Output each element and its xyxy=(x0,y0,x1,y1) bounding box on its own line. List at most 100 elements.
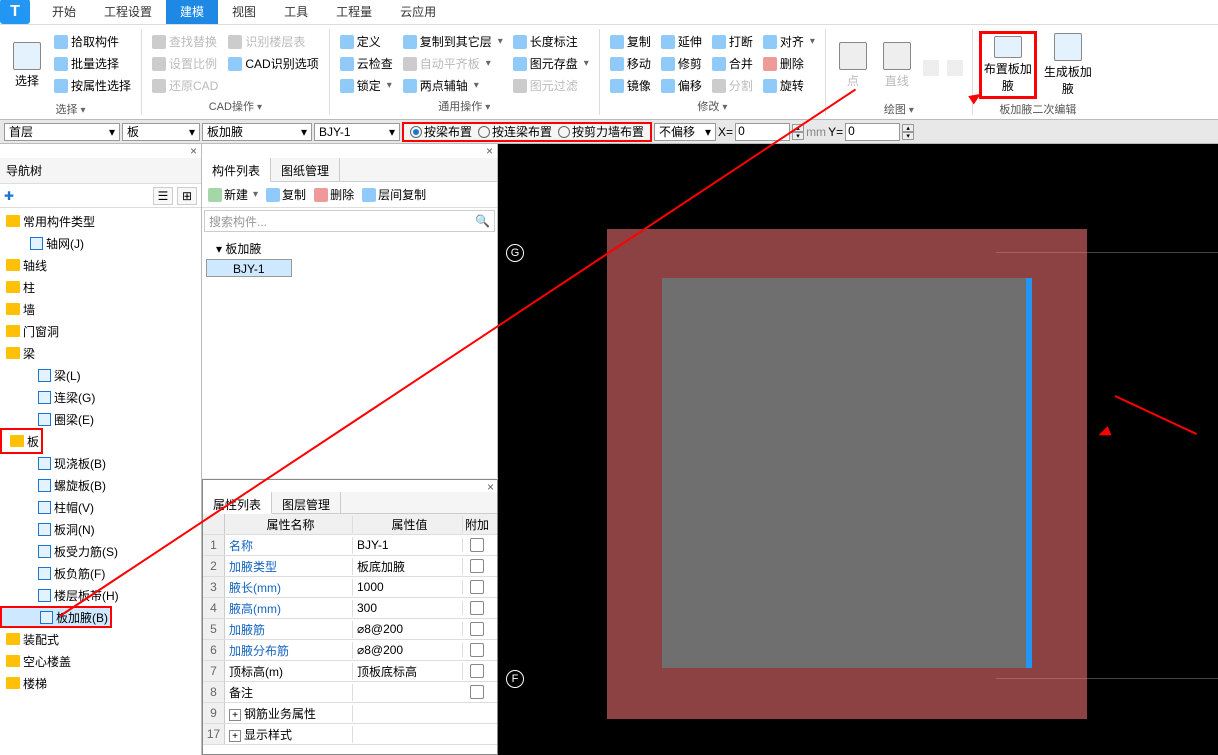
checkbox-icon[interactable] xyxy=(470,601,484,615)
subcategory-select[interactable]: 板加腋▾ xyxy=(202,123,312,141)
nav-item-10[interactable]: 板 xyxy=(0,430,201,452)
checkbox-icon[interactable] xyxy=(470,643,484,657)
copy-other-floor-button[interactable]: 复制到其它层 xyxy=(399,31,507,52)
select-group-label[interactable]: 选择 xyxy=(55,99,85,119)
draw-group-label[interactable]: 绘图 xyxy=(884,99,914,119)
checkbox-icon[interactable] xyxy=(470,622,484,636)
nav-item-0[interactable]: 常用构件类型 xyxy=(0,210,201,232)
trim-button[interactable]: 修剪 xyxy=(657,53,706,74)
merge-button[interactable]: 合并 xyxy=(708,53,757,74)
prop-name-cell[interactable]: 加腋分布筋 xyxy=(225,642,353,659)
find-replace-button[interactable]: 查找替换 xyxy=(148,31,222,52)
mirror-button[interactable]: 镜像 xyxy=(606,75,655,96)
delete-component-button[interactable]: 删除 xyxy=(314,186,354,203)
nav-item-14[interactable]: 板洞(N) xyxy=(0,518,201,540)
recognize-floor-button[interactable]: 识别楼层表 xyxy=(224,31,322,52)
delete-button[interactable]: 删除 xyxy=(759,53,819,74)
prop-row-4[interactable]: 4腋高(mm)300 xyxy=(203,598,497,619)
pick-component-button[interactable]: 拾取构件 xyxy=(50,31,135,52)
prop-name-cell[interactable]: 加腋类型 xyxy=(225,558,353,575)
category-select[interactable]: 板▾ xyxy=(122,123,200,141)
lock-button[interactable]: 锁定 xyxy=(336,75,397,96)
prop-name-cell[interactable]: 腋高(mm) xyxy=(225,600,353,617)
prop-name-cell[interactable]: 顶标高(m) xyxy=(225,663,353,680)
by-beam-radio[interactable]: 按梁布置 xyxy=(410,123,472,140)
copy-button[interactable]: 复制 xyxy=(606,31,655,52)
prop-value-cell[interactable]: 1000 xyxy=(353,580,463,594)
nav-item-20[interactable]: 空心楼盖 xyxy=(0,650,201,672)
restore-cad-button[interactable]: 还原CAD xyxy=(148,75,222,96)
nav-item-board-haunch[interactable]: 板加腋(B) xyxy=(0,606,112,628)
line-button[interactable]: 直线 xyxy=(876,31,918,99)
menu-tab-5[interactable]: 工程量 xyxy=(322,0,386,24)
nav-item-4[interactable]: 墙 xyxy=(0,298,201,320)
set-scale-button[interactable]: 设置比例 xyxy=(148,53,222,74)
prop-name-cell[interactable]: +钢筋业务属性 xyxy=(225,705,353,722)
prop-name-cell[interactable]: +显示样式 xyxy=(225,726,353,743)
prop-row-1[interactable]: 1名称BJY-1 xyxy=(203,535,497,556)
tab-layers[interactable]: 图层管理 xyxy=(272,492,341,513)
slab-element[interactable] xyxy=(662,278,1032,668)
complist-close-icon[interactable]: × xyxy=(486,144,493,158)
floor-select[interactable]: 首层▾ xyxy=(4,123,120,141)
copy-component-button[interactable]: 复制 xyxy=(266,186,306,203)
nav-item-1[interactable]: 轴网(J) xyxy=(0,232,201,254)
new-component-button[interactable]: 新建 xyxy=(208,186,258,203)
prop-name-cell[interactable]: 腋长(mm) xyxy=(225,579,353,596)
y-input[interactable]: 0 xyxy=(845,123,900,141)
component-select[interactable]: BJY-1▾ xyxy=(314,123,400,141)
rotate-button[interactable]: 旋转 xyxy=(759,75,819,96)
layer-copy-button[interactable]: 层间复制 xyxy=(362,186,426,203)
prop-name-cell[interactable]: 名称 xyxy=(225,537,353,554)
menu-tab-2[interactable]: 建模 xyxy=(166,0,218,24)
prop-value-cell[interactable]: ⌀8@200 xyxy=(353,622,463,636)
prop-value-cell[interactable]: 300 xyxy=(353,601,463,615)
auto-align-button[interactable]: 自动平齐板 xyxy=(399,53,507,74)
menu-tab-3[interactable]: 视图 xyxy=(218,0,270,24)
prop-value-cell[interactable]: ⌀8@200 xyxy=(353,643,463,657)
checkbox-icon[interactable] xyxy=(470,559,484,573)
cloud-check-button[interactable]: 云检查 xyxy=(336,53,397,74)
save-elem-button[interactable]: 图元存盘 xyxy=(509,53,593,74)
nav-item-16[interactable]: 板负筋(F) xyxy=(0,562,201,584)
prop-name-cell[interactable]: 备注 xyxy=(225,684,353,701)
break-button[interactable]: 打断 xyxy=(708,31,757,52)
select-by-prop-button[interactable]: 按属性选择 xyxy=(50,75,135,96)
generate-haunch-button[interactable]: 生成板加腋 xyxy=(1039,31,1097,99)
align-button[interactable]: 对齐 xyxy=(759,31,819,52)
nav-item-10[interactable]: 板 xyxy=(4,430,39,452)
menu-tab-1[interactable]: 工程设置 xyxy=(90,0,166,24)
batch-select-button[interactable]: 批量选择 xyxy=(50,53,135,74)
place-haunch-button[interactable]: 布置板加腋 xyxy=(979,31,1037,99)
prop-value-cell[interactable]: BJY-1 xyxy=(353,538,463,552)
nav-item-12[interactable]: 螺旋板(B) xyxy=(0,474,201,496)
nav-view2-button[interactable]: ⊞ xyxy=(177,187,197,205)
comp-tree-root[interactable]: ▾ 板加腋 xyxy=(206,238,493,259)
split-button[interactable]: 分割 xyxy=(708,75,757,96)
tab-component-list[interactable]: 构件列表 xyxy=(202,158,271,182)
menu-tab-4[interactable]: 工具 xyxy=(270,0,322,24)
prop-row-3[interactable]: 3腋长(mm)1000 xyxy=(203,577,497,598)
menu-tab-0[interactable]: 开始 xyxy=(38,0,90,24)
nav-item-9[interactable]: 圈梁(E) xyxy=(0,408,201,430)
nav-item-21[interactable]: 楼梯 xyxy=(0,672,201,694)
tab-drawing-mgmt[interactable]: 图纸管理 xyxy=(271,158,340,181)
prop-row-6[interactable]: 6加腋分布筋⌀8@200 xyxy=(203,640,497,661)
by-coupling-beam-radio[interactable]: 按连梁布置 xyxy=(478,123,552,140)
prop-row-9[interactable]: 9+钢筋业务属性 xyxy=(203,703,497,724)
cad-options-button[interactable]: CAD识别选项 xyxy=(224,53,322,74)
component-search-input[interactable]: 搜索构件... 🔍 xyxy=(204,210,495,232)
nav-item-11[interactable]: 现浇板(B) xyxy=(0,452,201,474)
nav-item-5[interactable]: 门窗洞 xyxy=(0,320,201,342)
nav-item-2[interactable]: 轴线 xyxy=(0,254,201,276)
cad-group-label[interactable]: CAD操作 xyxy=(209,96,262,116)
prop-row-17[interactable]: 17+显示样式 xyxy=(203,724,497,745)
comp-tree-item-bjy1[interactable]: BJY-1 xyxy=(206,259,292,277)
checkbox-icon[interactable] xyxy=(470,580,484,594)
nav-close-icon[interactable]: × xyxy=(190,144,197,158)
offset-button[interactable]: 偏移 xyxy=(657,75,706,96)
nav-item-19[interactable]: 装配式 xyxy=(0,628,201,650)
draw-more1[interactable] xyxy=(920,31,942,99)
select-button[interactable]: 选择 xyxy=(6,31,48,99)
move-button[interactable]: 移动 xyxy=(606,53,655,74)
